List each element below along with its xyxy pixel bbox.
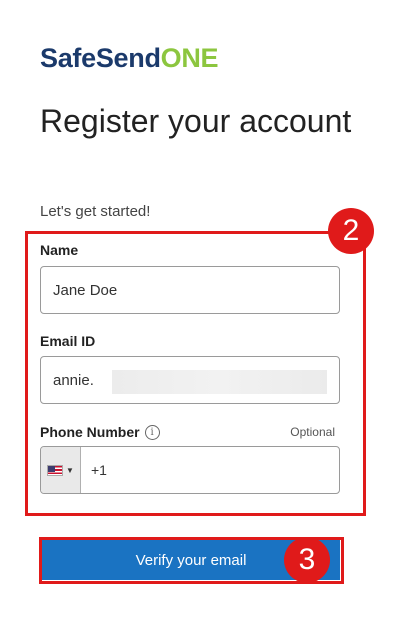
step-badge-3: 3 (284, 537, 330, 583)
brand-name-part2: ONE (160, 43, 219, 73)
page-title: Register your account (40, 103, 352, 139)
highlight-form-fields (25, 231, 366, 516)
brand-logo: SafeSendONE (40, 42, 219, 74)
brand-name-part1: SafeSend (40, 43, 161, 73)
page-subtitle: Let's get started! (40, 203, 151, 220)
step-badge-2: 2 (328, 208, 374, 254)
